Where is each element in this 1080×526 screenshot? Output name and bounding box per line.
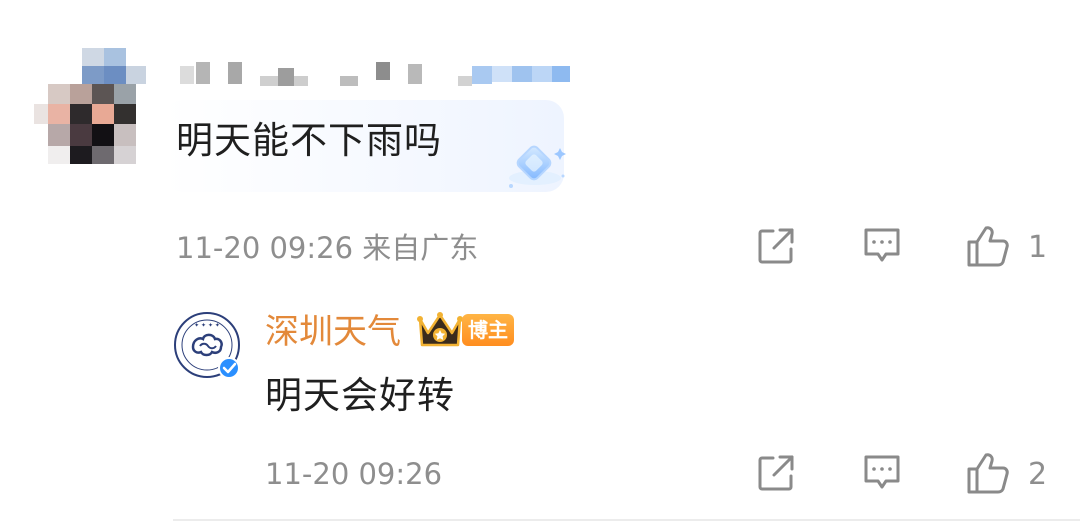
- like-count: 1: [1028, 230, 1048, 265]
- reply-author-name[interactable]: 深圳天气: [265, 311, 401, 353]
- like-count: 2: [1028, 457, 1048, 492]
- divider: [173, 519, 1080, 521]
- share-icon: [758, 228, 794, 264]
- crown-icon: [417, 312, 463, 347]
- comment-author-name[interactable]: [180, 62, 580, 90]
- like-button[interactable]: [966, 224, 1010, 268]
- verified-icon: [218, 357, 240, 379]
- reply-text: 明天会好转: [265, 374, 455, 417]
- avatar[interactable]: [34, 48, 146, 164]
- reply-meta: 11-20 09:26: [265, 457, 443, 491]
- comment-button[interactable]: [862, 453, 902, 493]
- comment-meta: 11-20 09:26 来自广东: [176, 231, 479, 265]
- share-button[interactable]: [756, 453, 796, 493]
- comment-icon: [864, 455, 900, 489]
- avatar[interactable]: ✦ ✦ ✦ ✦: [173, 311, 241, 379]
- comment-icon: [864, 228, 900, 262]
- like-icon: [967, 453, 1009, 494]
- comment-button[interactable]: [862, 226, 902, 266]
- like-button[interactable]: [966, 451, 1010, 495]
- share-button[interactable]: [756, 226, 796, 266]
- blogger-badge: 博主: [462, 314, 514, 346]
- comment-text: 明天能不下雨吗: [176, 119, 442, 162]
- like-icon: [967, 226, 1009, 267]
- diamond-icon: [509, 145, 566, 188]
- svg-text:✦ ✦ ✦ ✦: ✦ ✦ ✦ ✦: [194, 322, 220, 329]
- share-icon: [758, 455, 794, 491]
